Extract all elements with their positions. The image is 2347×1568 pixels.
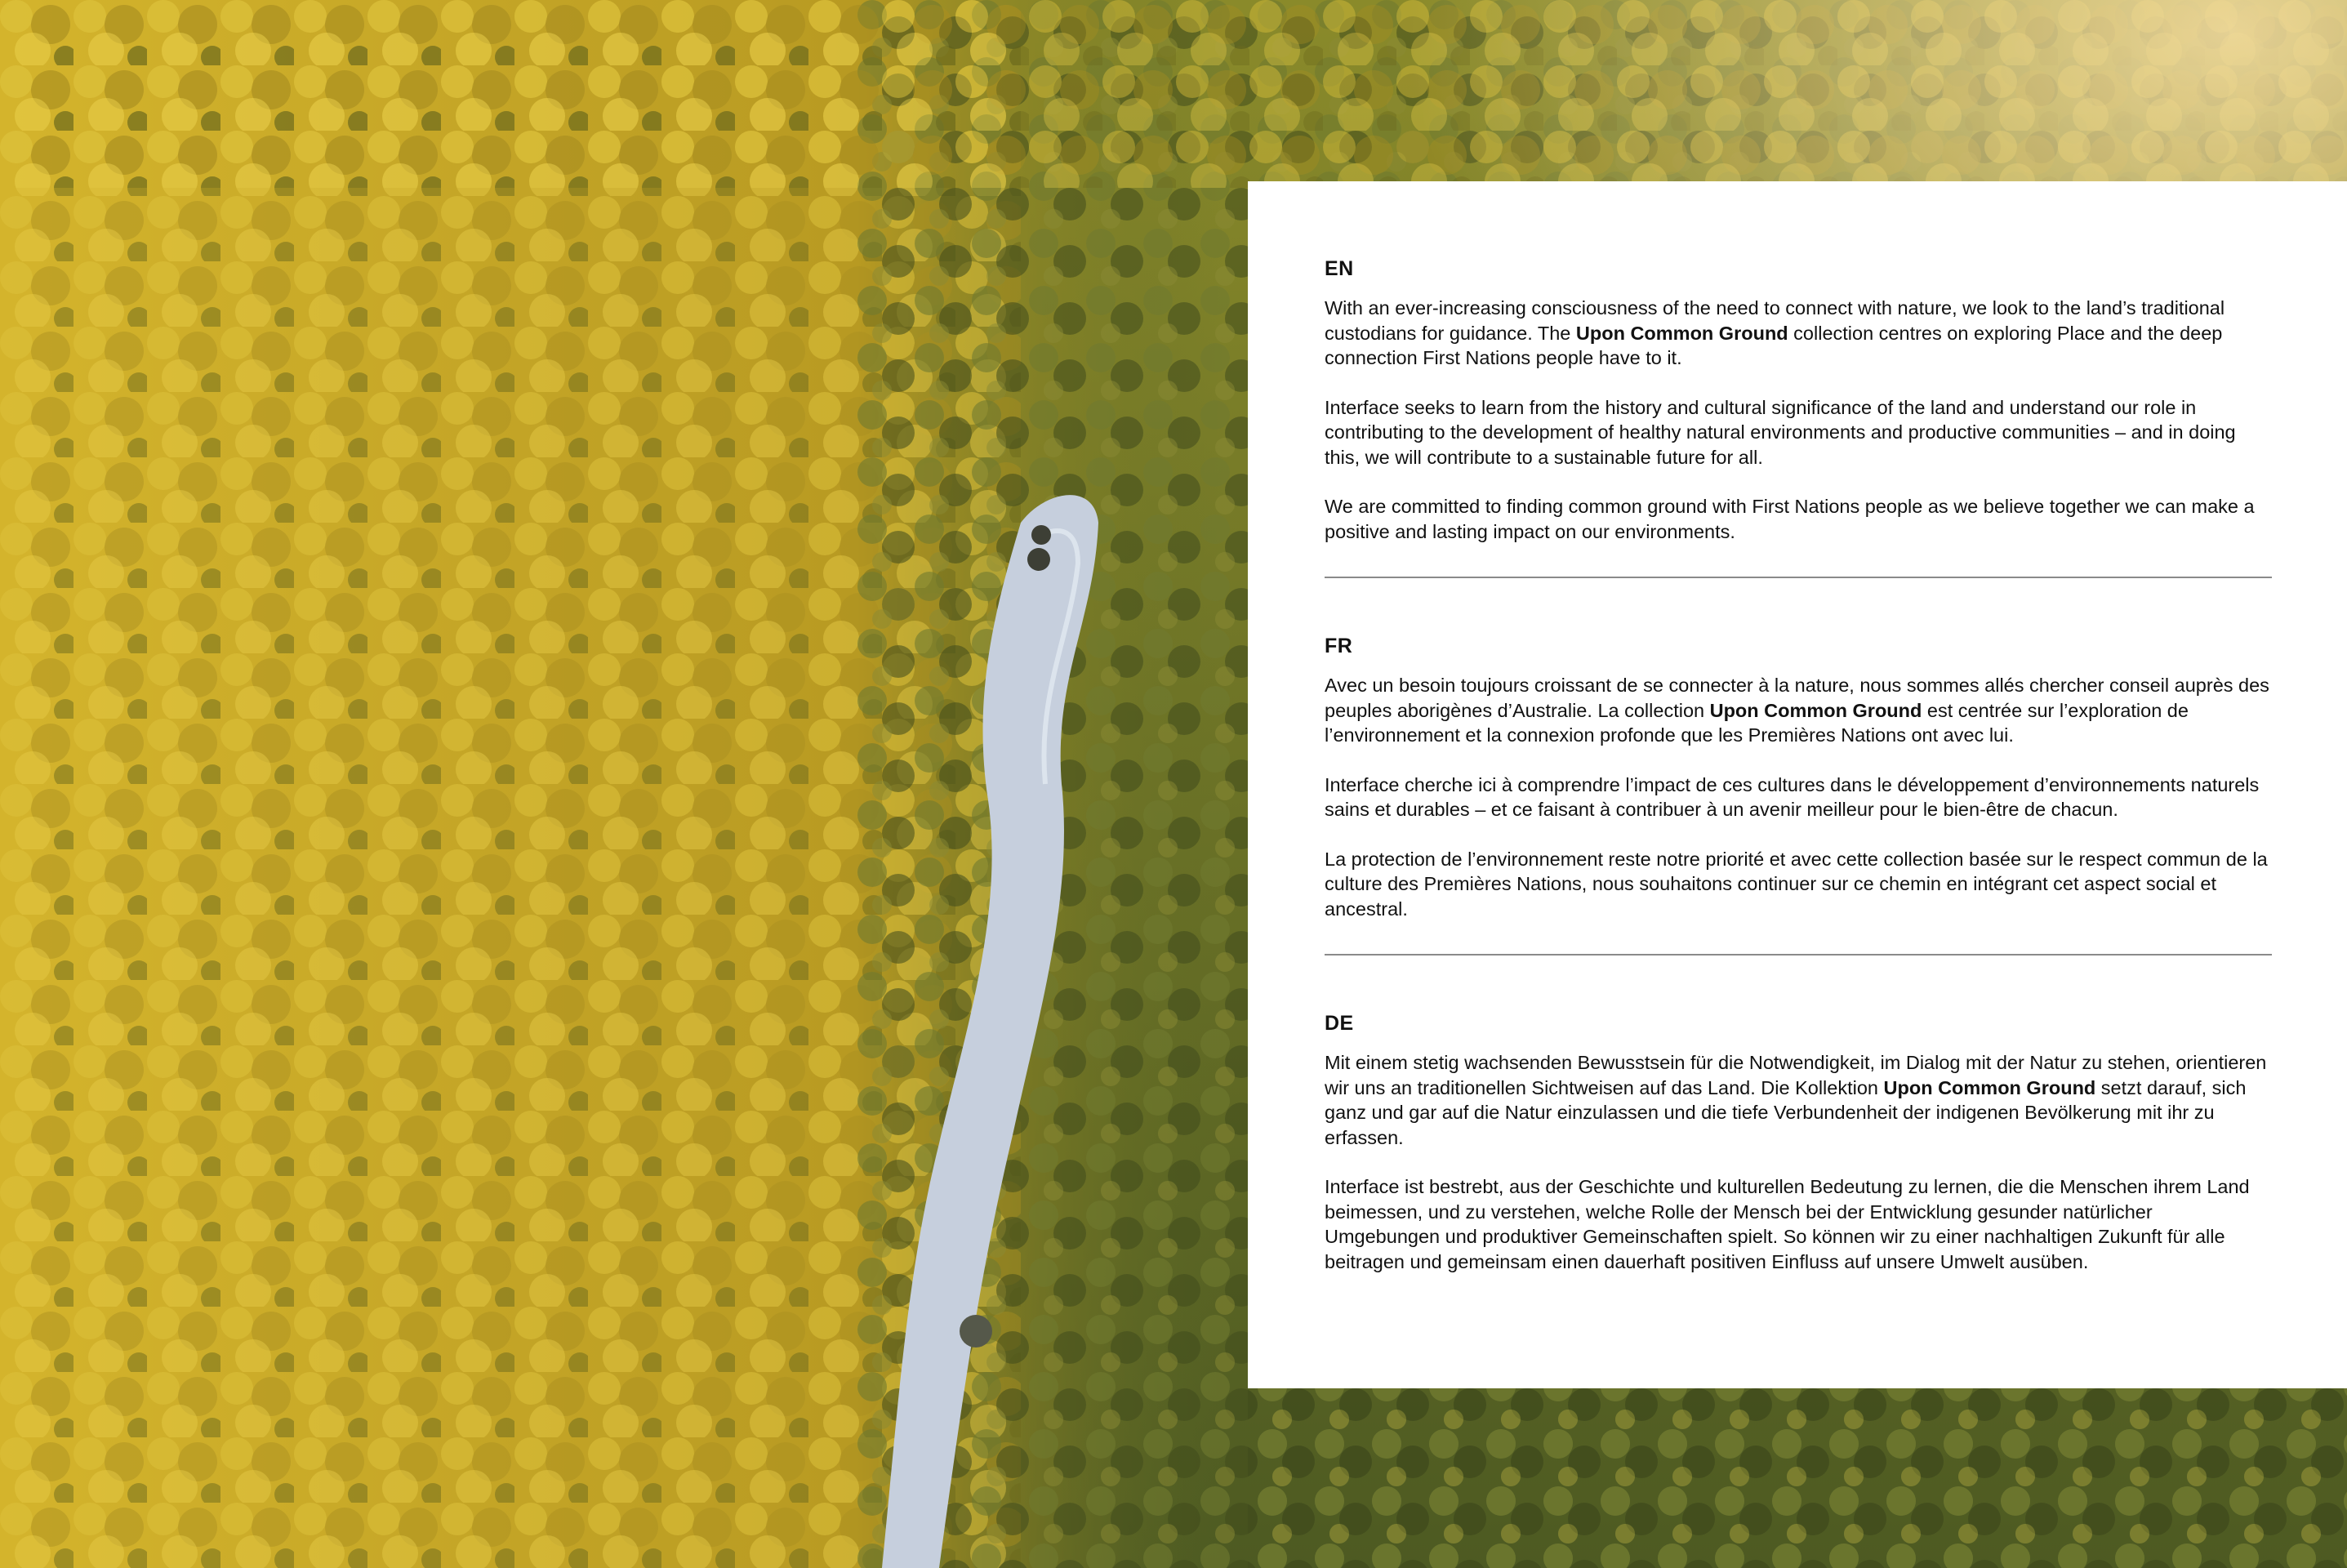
- paragraph-de-1: Mit einem stetig wachsenden Bewusstsein …: [1325, 1050, 2272, 1150]
- paragraph-fr-1: Avec un besoin toujours croissant de se …: [1325, 673, 2272, 748]
- divider: [1325, 577, 2272, 578]
- section-de: DE Mit einem stetig wachsenden Bewusstse…: [1325, 1011, 2272, 1274]
- divider: [1325, 954, 2272, 956]
- brand-name: Upon Common Ground: [1883, 1076, 2096, 1098]
- paragraph-en-3: We are committed to finding common groun…: [1325, 496, 2255, 542]
- paragraph-fr-2: Interface cherche ici à comprendre l’imp…: [1325, 773, 2260, 821]
- section-en: EN With an ever-increasing consciousness…: [1325, 256, 2272, 544]
- paragraph-en-2: Interface seeks to learn from the histor…: [1325, 396, 2236, 468]
- brand-name: Upon Common Ground: [1709, 699, 1922, 721]
- section-fr: FR Avec un besoin toujours croissant de …: [1325, 634, 2272, 921]
- paragraph-en-1: With an ever-increasing consciousness of…: [1325, 296, 2272, 371]
- text-panel: EN With an ever-increasing consciousness…: [1248, 181, 2347, 1388]
- paragraph-fr-3: La protection de l’environnement reste n…: [1325, 848, 2268, 920]
- paragraph-de-2: Interface ist bestrebt, aus der Geschich…: [1325, 1176, 2250, 1272]
- language-label-en: EN: [1325, 257, 1354, 280]
- brand-name: Upon Common Ground: [1575, 322, 1788, 344]
- language-label-de: DE: [1325, 1012, 1354, 1035]
- language-label-fr: FR: [1325, 635, 1353, 657]
